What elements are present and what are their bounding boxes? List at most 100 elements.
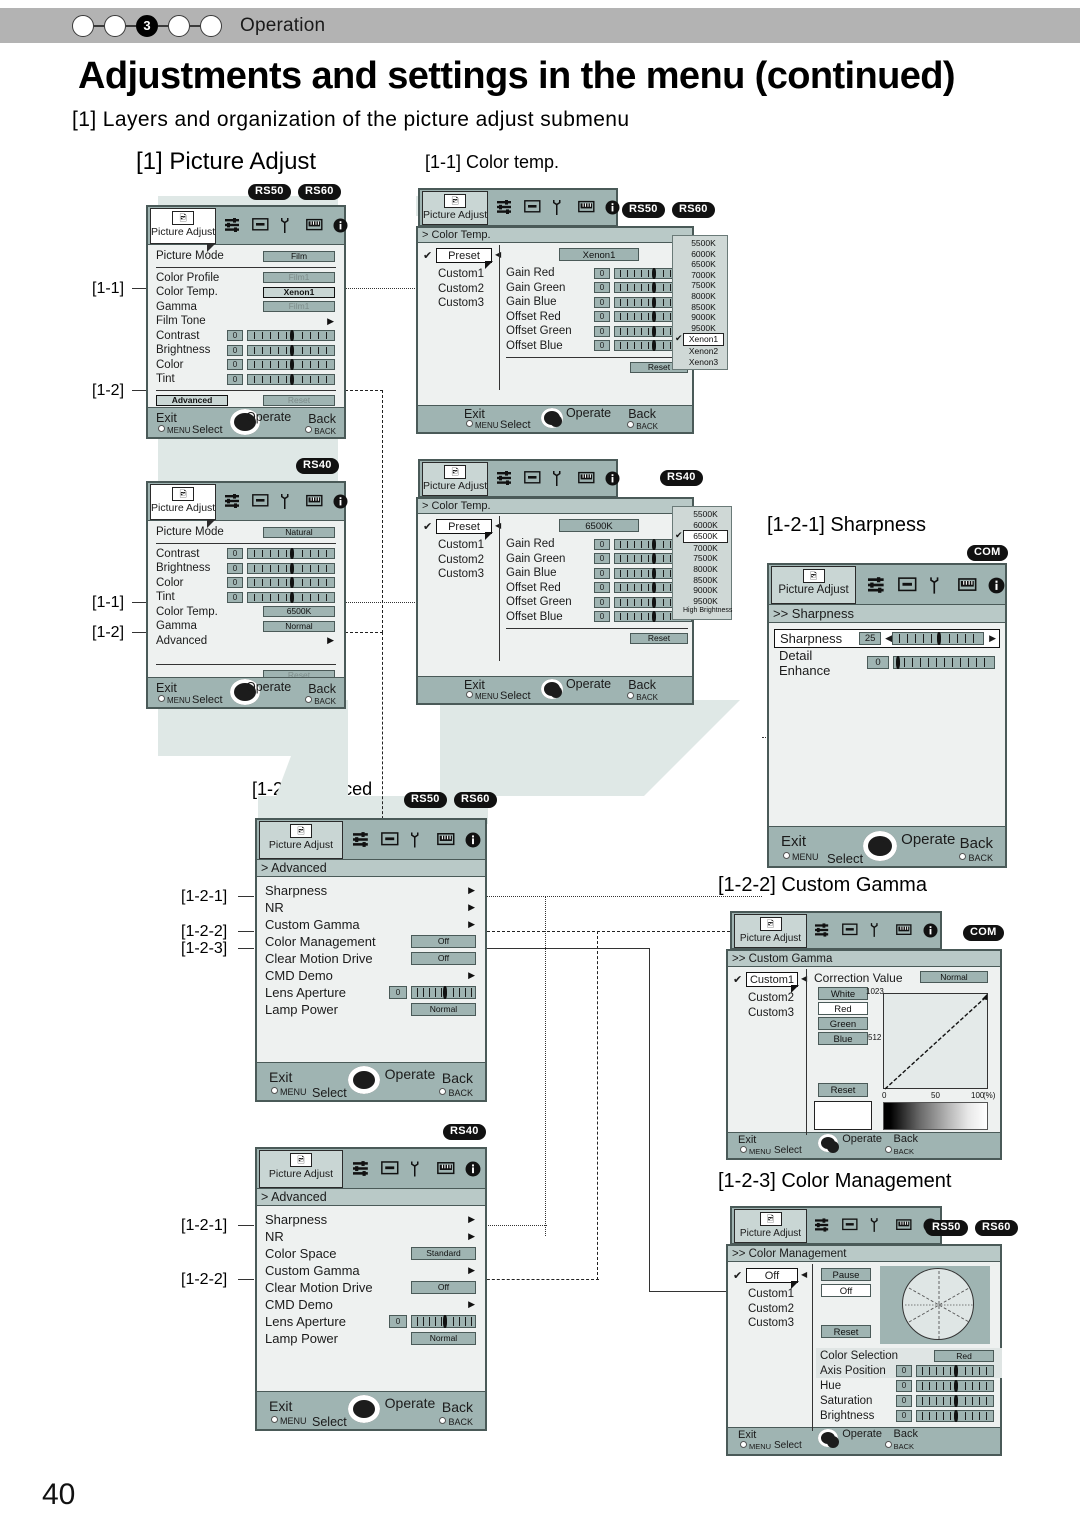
row-number[interactable]: 0 [896,1409,912,1422]
osd-panel-color-management[interactable]: >> Color Management ✔ Off ◀ Custom1 Cust… [726,1244,1002,1456]
row-nr[interactable]: NR ▶ [257,1228,485,1245]
dropdown-item[interactable]: 6000K [683,520,728,531]
row-slider[interactable] [247,373,335,385]
row-slider[interactable] [247,359,335,371]
list-item-custom2[interactable]: Custom2 [748,1302,794,1317]
screen-icon[interactable] [252,494,269,509]
osd-panel-sharpness[interactable]: 🖻 Picture Adjust >> Sharpness Sharpness … [767,563,1007,868]
row-tint[interactable]: Tint 0 [148,372,344,387]
row-number[interactable]: 0 [594,596,610,608]
sliders-icon[interactable] [815,1218,832,1233]
osd-panel-color-temp-rs[interactable]: > Color Temp. ✔ Preset ◀ Custom1 Custom2… [416,226,694,434]
tab-picture-adjust[interactable]: 🖻 Picture Adjust [771,565,856,604]
row-slider[interactable] [916,1394,994,1407]
channel-green-button[interactable]: Green [818,1017,868,1030]
row-slider[interactable] [916,1379,994,1392]
row-number[interactable]: 0 [594,267,610,279]
row-number[interactable]: 0 [594,325,610,337]
row-gamma[interactable]: Gamma Film1 [148,300,344,315]
screen-icon[interactable] [842,1218,859,1233]
row-gain-red[interactable]: Gain Red 0 [502,266,692,281]
custom-gamma-selected[interactable]: Custom1 [746,972,799,993]
row-value[interactable]: Natural [263,526,335,538]
wrench-icon[interactable] [928,577,945,594]
row-value[interactable]: Standard [411,1247,476,1260]
tab-picture-adjust[interactable]: 🖻 Picture Adjust [734,913,807,948]
row-number[interactable]: 0 [389,1315,407,1328]
dropdown-item[interactable]: 7000K [683,270,724,281]
info-icon[interactable] [605,200,622,215]
row-sharpness[interactable]: Sharpness 25 ◀ ▶ [774,629,1000,648]
row-number[interactable]: 0 [594,582,610,594]
osd-panel-color-temp-rs40[interactable]: > Color Temp. ✔ Preset ◀ Custom1 Custom2… [416,497,694,705]
channel-red-button[interactable]: Red [818,1002,868,1015]
wrench-icon[interactable] [409,1161,426,1177]
row-custom-gamma[interactable]: Custom Gamma ▶ [257,1262,485,1279]
row-gain-blue[interactable]: Gain Blue 0 [502,566,692,581]
preset-list[interactable]: Custom1 Custom2 Custom3 [438,267,484,311]
row-number[interactable]: 0 [594,538,610,550]
row-slider[interactable] [916,1409,994,1422]
row-number[interactable]: 0 [227,591,243,603]
row-number[interactable]: 25 [859,632,882,645]
keyboard-icon[interactable] [896,1218,913,1233]
row-offset-blue[interactable]: Offset Blue 0 [502,339,692,354]
row-number[interactable]: 0 [594,553,610,565]
dropdown-item[interactable]: Xenon3 [683,357,724,368]
dropdown-item-selected[interactable]: 6500K [675,530,728,543]
row-value[interactable]: Normal [411,1332,476,1345]
row-sharpness[interactable]: Sharpness ▶ [257,882,485,899]
channel-blue-button[interactable]: Blue [818,1032,868,1045]
dropdown-item[interactable]: 6500K [683,259,724,270]
screen-icon[interactable] [842,923,859,938]
dropdown-item[interactable]: 8500K [683,575,728,586]
info-icon[interactable] [465,832,482,848]
info-icon[interactable] [333,218,350,233]
preset-selected[interactable]: Preset [436,519,493,540]
row-film-tone[interactable]: Film Tone ▶ [148,314,344,329]
row-number[interactable]: 0 [896,1394,912,1407]
custom-gamma-list[interactable]: Custom2 Custom3 [748,991,794,1020]
row-gain-green[interactable]: Gain Green 0 [502,552,692,567]
color-management-list[interactable]: Custom1 Custom2 Custom3 [748,1287,794,1331]
list-item-custom2[interactable]: Custom2 [748,991,794,1006]
row-slider[interactable] [916,1364,994,1377]
osd-panel-advanced-rs[interactable]: 🖻 Picture Adjust > Advanced Sharpness ▶ … [255,818,487,1102]
row-color-space[interactable]: Color Space Standard [257,1245,485,1262]
keyboard-icon[interactable] [896,923,913,938]
keyboard-icon[interactable] [958,577,977,592]
row-number[interactable]: 0 [896,1364,912,1377]
advanced-button[interactable]: Advanced [156,395,228,407]
sliders-icon[interactable] [497,200,514,215]
sliders-icon[interactable] [225,218,242,233]
wrench-icon[interactable] [279,494,296,509]
reset-button[interactable]: Reset [263,395,335,407]
dropdown-item[interactable]: 8500K [683,302,724,313]
preset-list[interactable]: Custom1 Custom2 Custom3 [438,538,484,582]
tab-picture-adjust[interactable]: 🖻 Picture Adjust [734,1208,807,1243]
tab-picture-adjust[interactable]: 🖻 Picture Adjust [150,483,217,528]
row-value[interactable]: Film1 [263,272,335,284]
sliders-icon[interactable] [868,577,885,593]
dropdown-item[interactable]: 7500K [683,553,728,564]
row-slider[interactable] [247,577,335,589]
screen-icon[interactable] [381,832,399,847]
row-picture-mode[interactable]: Picture Mode Natural [148,525,344,540]
row-slider[interactable] [411,986,476,999]
row-number[interactable]: 0 [896,1379,912,1392]
keyboard-icon[interactable] [578,471,595,486]
row-slider[interactable] [247,344,335,356]
row-custom-gamma[interactable]: Custom Gamma ▶ [257,916,485,933]
row-axis-position[interactable]: Axis Position 0 [816,1363,1002,1378]
tab-picture-adjust[interactable]: 🖻 Picture Adjust [259,820,343,859]
info-icon[interactable] [988,577,1005,594]
dropdown-item[interactable]: 9000K [683,312,724,323]
row-gain-blue[interactable]: Gain Blue 0 [502,295,692,310]
row-clear-motion-drive[interactable]: Clear Motion Drive Off [257,950,485,967]
sliders-icon[interactable] [225,494,242,509]
row-color-temp[interactable]: Color Temp. 6500K [148,605,344,620]
row-number[interactable]: 0 [227,577,243,589]
screen-icon[interactable] [898,577,917,592]
osd-panel-custom-gamma[interactable]: >> Custom Gamma ✔ Custom1 ◀ Custom2 Cust… [726,949,1002,1160]
list-item-custom3[interactable]: Custom3 [748,1006,794,1021]
